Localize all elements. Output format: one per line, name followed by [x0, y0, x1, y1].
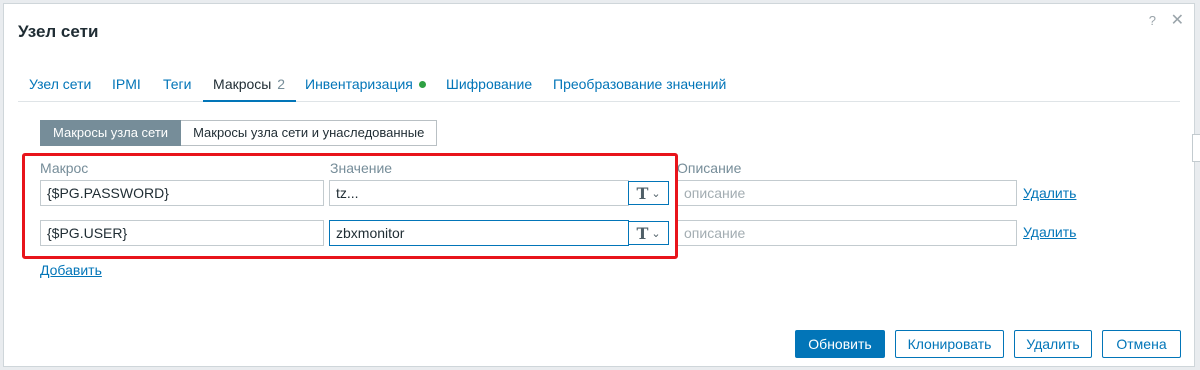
macro-description-input[interactable]: описание	[677, 220, 1017, 246]
inherited-macros-button[interactable]: Макросы узла сети и унаследованные	[181, 120, 438, 146]
column-header-description: Описание	[677, 160, 742, 176]
delete-button[interactable]: Удалить	[1014, 330, 1092, 358]
tab-macros-count: 2	[277, 76, 286, 92]
help-icon[interactable]: ?	[1149, 13, 1156, 28]
tab-encryption[interactable]: Шифрование	[446, 76, 532, 92]
tab-value-mapping[interactable]: Преобразование значений	[553, 76, 726, 92]
remove-macro-link[interactable]: Удалить	[1023, 224, 1076, 240]
remove-macro-link[interactable]: Удалить	[1023, 185, 1076, 201]
tab-inventory-label: Инвентаризация	[305, 76, 413, 92]
tab-bar: Узел сети IPMI Теги Макросы 2 Инвентариз…	[18, 68, 1180, 102]
tab-macros-label: Макросы	[213, 76, 272, 92]
annotation-highlight-box	[22, 153, 678, 259]
macro-view-toggle: Макросы узла сети Макросы узла сети и ун…	[40, 120, 438, 146]
tab-ipmi[interactable]: IPMI	[112, 76, 141, 92]
inventory-status-dot-icon	[418, 81, 426, 88]
background-input	[1192, 134, 1200, 162]
tab-host[interactable]: Узел сети	[29, 76, 91, 92]
tab-macros[interactable]: Макросы 2	[202, 76, 297, 102]
update-button[interactable]: Обновить	[795, 330, 885, 358]
close-icon[interactable]: ✕	[1171, 10, 1184, 30]
tab-tags[interactable]: Теги	[163, 76, 191, 92]
dialog-title: Узел сети	[18, 22, 99, 41]
macro-description-input[interactable]: описание	[677, 180, 1017, 206]
host-dialog: Узел сети ? ✕ Узел сети IPMI Теги Макрос…	[3, 3, 1195, 367]
cancel-button[interactable]: Отмена	[1102, 330, 1181, 358]
host-macros-button[interactable]: Макросы узла сети	[40, 120, 182, 146]
add-macro-link[interactable]: Добавить	[40, 262, 102, 278]
tab-inventory[interactable]: Инвентаризация	[305, 76, 426, 92]
clone-button[interactable]: Клонировать	[895, 330, 1004, 358]
